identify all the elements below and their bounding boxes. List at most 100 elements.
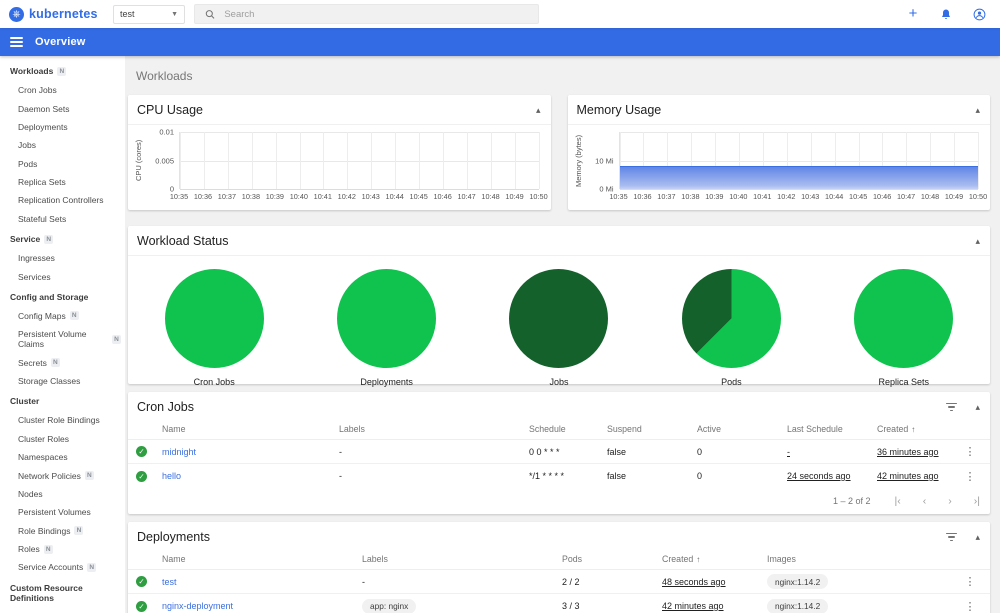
workload-status-title: Workload Status: [137, 234, 229, 248]
deployment-name-link[interactable]: test: [162, 577, 362, 587]
column-header-labels[interactable]: Labels: [339, 424, 529, 434]
sidebar-item-network-policies[interactable]: Network Policies N: [0, 466, 125, 484]
notifications-button[interactable]: [939, 7, 953, 21]
column-header-name[interactable]: Name: [162, 554, 362, 564]
sidebar-item-replication-controllers[interactable]: Replication Controllers: [0, 191, 125, 209]
cell-last-schedule[interactable]: -: [787, 447, 877, 457]
search-input[interactable]: [224, 8, 528, 20]
sidebar-item-pods[interactable]: Pods: [0, 155, 125, 173]
pie-chart-label: Jobs: [549, 377, 569, 387]
cell-last-schedule[interactable]: 24 seconds ago: [787, 471, 877, 481]
x-tick-label: 10:44: [385, 192, 404, 201]
next-page-icon[interactable]: ›: [948, 495, 952, 507]
sidebar-item-label: Cron Jobs: [18, 85, 57, 96]
collapse-button[interactable]: ▴: [975, 105, 980, 116]
sidebar-item-cluster[interactable]: Cluster: [0, 608, 125, 613]
sidebar-item-replica-sets[interactable]: Replica Sets: [0, 173, 125, 191]
sidebar-item-cron-jobs[interactable]: Cron Jobs: [0, 81, 125, 99]
sidebar-item-namespaces[interactable]: Namespaces: [0, 448, 125, 466]
sidebar-item-cluster-roles[interactable]: Cluster Roles: [0, 430, 125, 448]
collapse-button[interactable]: ▴: [975, 236, 980, 247]
column-header-schedule[interactable]: Schedule: [529, 424, 607, 434]
sidebar-section-label: Cluster: [10, 396, 40, 407]
x-tick-label: 10:49: [944, 192, 964, 201]
gridline-vertical: [299, 132, 301, 189]
kebab-menu-icon[interactable]: ⋮: [958, 600, 982, 613]
column-header-name[interactable]: Name: [162, 424, 339, 434]
memory-usage-chart: Memory (bytes) 10 Mi 0 Mi 10:35 10:36 10:37 10…: [574, 132, 987, 203]
kebab-menu-icon[interactable]: ⋮: [958, 470, 982, 483]
sidebar-item-daemon-sets[interactable]: Daemon Sets: [0, 99, 125, 117]
user-menu-button[interactable]: [972, 7, 986, 21]
image-chip: nginx:1.14.2: [767, 598, 829, 613]
namespaced-badge-icon: N: [69, 311, 79, 321]
create-resource-button[interactable]: +: [906, 6, 920, 21]
gridline-horizontal: [180, 132, 539, 133]
sidebar-item-label: Config Maps: [18, 310, 66, 321]
sidebar-item-secrets[interactable]: Secrets N: [0, 354, 125, 372]
kebab-menu-icon[interactable]: ⋮: [958, 445, 982, 458]
sidebar-item-persistent-volumes[interactable]: Persistent Volumes: [0, 503, 125, 521]
sidebar-item-jobs[interactable]: Jobs: [0, 136, 125, 154]
gridline-horizontal: [180, 160, 539, 162]
first-page-icon[interactable]: |‹: [895, 495, 901, 507]
sidebar-item-label: Replication Controllers: [18, 195, 104, 206]
sidebar-item-service-accounts[interactable]: Service Accounts N: [0, 558, 125, 576]
x-axis-labels: 10:35 10:36 10:37 10:38 10:39 10:40 10:41 10:42…: [170, 189, 548, 203]
filter-icon[interactable]: [945, 402, 957, 412]
cronjob-name-link[interactable]: hello: [162, 471, 339, 481]
kebab-menu-icon[interactable]: ⋮: [958, 575, 982, 588]
collapse-button[interactable]: ▴: [975, 532, 980, 543]
cell-created[interactable]: 42 minutes ago: [877, 471, 958, 481]
sidebar-item-cluster-role-bindings[interactable]: Cluster Role Bindings: [0, 411, 125, 429]
sidebar-section-custom-resource-definitions: Custom Resource Definitions: [0, 577, 125, 608]
gridline-vertical: [371, 132, 373, 189]
pie-chart-label: Replica Sets: [878, 377, 930, 387]
search-bar[interactable]: [194, 4, 539, 24]
sidebar-item-label: Deployments: [18, 121, 68, 132]
brand[interactable]: ⎈ kubernetes: [9, 6, 113, 22]
column-header-suspend[interactable]: Suspend: [607, 424, 697, 434]
sidebar-item-storage-classes[interactable]: Storage Classes: [0, 372, 125, 390]
sidebar-item-config-maps[interactable]: Config Maps N: [0, 307, 125, 325]
sidebar-item-role-bindings[interactable]: Role Bindings N: [0, 522, 125, 540]
collapse-button[interactable]: ▴: [975, 402, 980, 413]
column-header-images[interactable]: Images: [767, 554, 958, 564]
collapse-button[interactable]: ▴: [536, 105, 541, 116]
x-tick-label: 10:40: [289, 192, 308, 201]
deployment-name-link[interactable]: nginx-deployment: [162, 601, 362, 611]
sidebar-section-cluster: Cluster: [0, 390, 125, 411]
cronjob-name-link[interactable]: midnight: [162, 447, 339, 457]
sidebar-item-roles[interactable]: Roles N: [0, 540, 125, 558]
x-tick-label: 10:42: [777, 192, 796, 201]
column-header-last-schedule[interactable]: Last Schedule: [787, 424, 877, 434]
gridline-vertical: [514, 132, 516, 189]
sidebar-item-deployments[interactable]: Deployments: [0, 118, 125, 136]
y-axis-ticks: 0.01 0.005 0: [147, 128, 179, 194]
column-header-created[interactable]: Created ↑: [662, 554, 767, 564]
column-header-labels[interactable]: Labels: [362, 554, 562, 564]
menu-button[interactable]: [10, 36, 23, 48]
sidebar-item-ingresses[interactable]: Ingresses: [0, 249, 125, 267]
last-page-icon[interactable]: ›|: [974, 495, 980, 507]
cell-created[interactable]: 48 seconds ago: [662, 577, 767, 587]
prev-page-icon[interactable]: ‹: [923, 495, 927, 507]
sidebar-section-label: Workloads: [10, 66, 54, 76]
cell-created[interactable]: 36 minutes ago: [877, 447, 958, 457]
namespace-select[interactable]: test ▼: [113, 4, 185, 24]
sidebar-item-services[interactable]: Services: [0, 267, 125, 285]
column-header-active[interactable]: Active: [697, 424, 787, 434]
namespaced-badge-icon: N: [74, 526, 84, 536]
sidebar-item-stateful-sets[interactable]: Stateful Sets: [0, 210, 125, 228]
status-ok-cell: ✓: [136, 446, 162, 457]
x-tick-label: 10:35: [169, 192, 189, 201]
filter-icon[interactable]: [945, 532, 957, 542]
workload-pie-jobs: Jobs: [473, 269, 645, 387]
cell-created[interactable]: 42 minutes ago: [662, 601, 767, 611]
column-header-created[interactable]: Created ↑: [877, 424, 958, 434]
pie-chart-label: Deployments: [360, 377, 413, 387]
column-header-pods[interactable]: Pods: [562, 554, 662, 564]
x-tick-label: 10:45: [849, 192, 868, 201]
sidebar-item-persistent-volume-claims[interactable]: Persistent Volume Claims N: [0, 325, 125, 353]
sidebar-item-nodes[interactable]: Nodes: [0, 485, 125, 503]
